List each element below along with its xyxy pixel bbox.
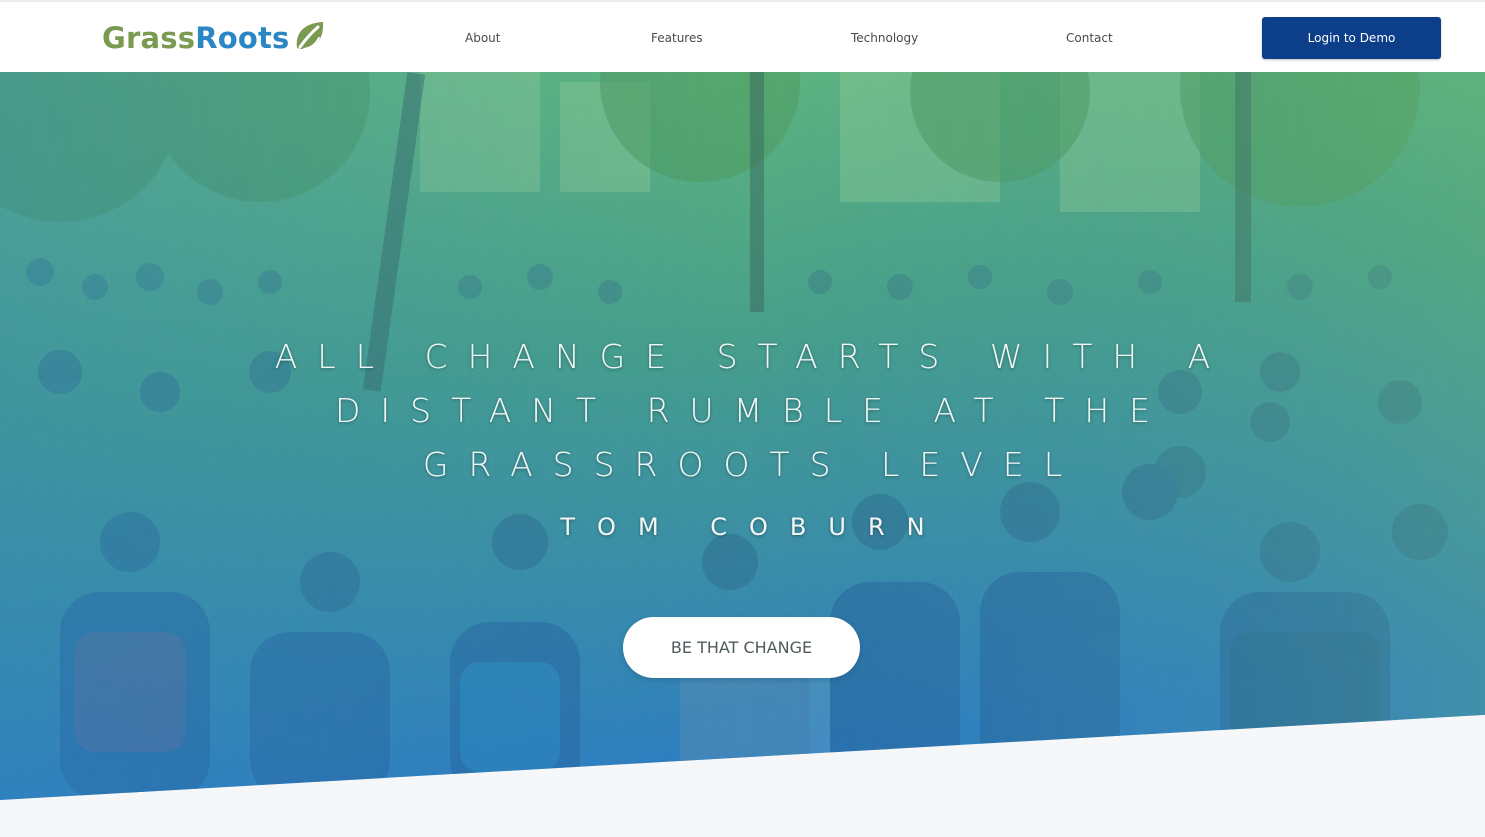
nav-link-contact[interactable]: Contact	[1066, 31, 1113, 45]
landing-page: Grass Roots About Features Technology Con…	[0, 0, 1485, 837]
nav-link-technology[interactable]: Technology	[851, 31, 918, 45]
hero-quote-line: ALL CHANGE STARTS WITH A	[274, 337, 1231, 376]
login-to-demo-button[interactable]: Login to Demo	[1262, 17, 1441, 59]
nav-link-features[interactable]: Features	[651, 31, 703, 45]
logo[interactable]: Grass Roots	[102, 18, 327, 58]
hero-quote: ALL CHANGE STARTS WITH A DISTANT RUMBLE …	[0, 330, 1485, 492]
top-navigation: Grass Roots About Features Technology Con…	[0, 0, 1485, 72]
leaf-icon	[296, 22, 323, 50]
hero-section: ALL CHANGE STARTS WITH A DISTANT RUMBLE …	[0, 72, 1485, 800]
logo-text-grass: Grass	[102, 21, 196, 55]
nav-link-about[interactable]: About	[465, 31, 500, 45]
hero-quote-line: DISTANT RUMBLE AT THE	[335, 391, 1170, 430]
quote-author: TOM COBURN	[560, 513, 947, 541]
hero-quote-line: GRASSROOTS LEVEL	[422, 445, 1083, 484]
be-that-change-button[interactable]: BE THAT CHANGE	[623, 617, 860, 678]
logo-text-roots: Roots	[195, 21, 290, 55]
